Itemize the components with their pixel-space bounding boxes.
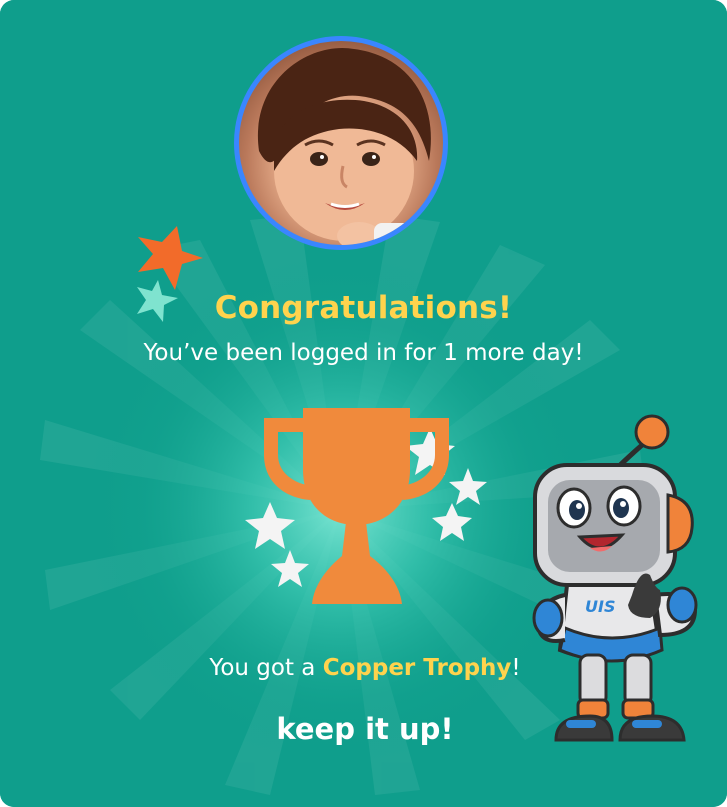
award-prefix: You got a — [209, 655, 323, 681]
encouragement-text: keep it up! — [276, 712, 454, 746]
reward-dialog: UIS Congratulations! You’ve been logged … — [0, 0, 727, 807]
award-message: You got a Copper Trophy! — [180, 655, 550, 681]
robot-mascot: UIS — [532, 414, 698, 742]
svg-text:UIS: UIS — [585, 597, 615, 616]
login-streak-message: You’ve been logged in for 1 more day! — [143, 340, 584, 366]
award-name: Copper Trophy — [322, 655, 512, 681]
dialog-title: Congratulations! — [214, 290, 513, 326]
award-suffix: ! — [511, 655, 521, 681]
